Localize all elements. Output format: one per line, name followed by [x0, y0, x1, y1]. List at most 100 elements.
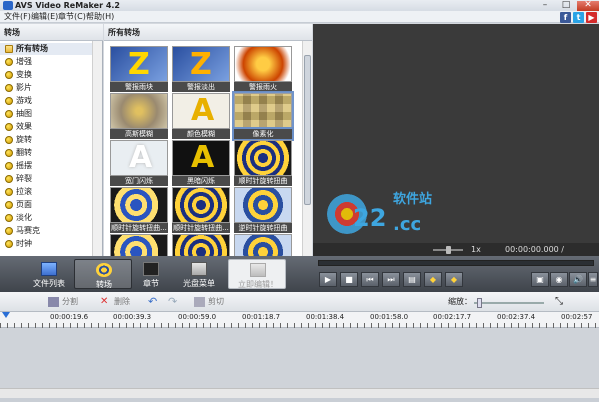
transition-thumbnail[interactable]: 顺时针旋转扭曲...	[172, 187, 230, 233]
volume-icon[interactable]: 🔊	[569, 272, 587, 287]
category-item[interactable]: 翻转	[0, 147, 92, 159]
watermark-number: 22	[353, 204, 387, 232]
undo-button[interactable]: ↶	[148, 295, 157, 309]
transition-icon	[5, 201, 13, 209]
transition-thumbnail[interactable]: 警报雨火	[234, 46, 292, 92]
redo-button[interactable]: ↷	[168, 295, 177, 309]
previous-icon[interactable]: ⏮	[361, 272, 379, 287]
category-item[interactable]: 旋转	[0, 134, 92, 146]
play-icon[interactable]: ▶	[319, 272, 337, 287]
transition-thumbnail[interactable]: 像素化	[232, 91, 294, 141]
transition-thumbnail[interactable]: 高斯模糊	[110, 93, 168, 139]
ruler-tick: 00:01:38.4	[306, 313, 345, 321]
zoom-label: 缩放：	[448, 297, 472, 306]
playhead-marker[interactable]	[2, 312, 10, 318]
menu-chapter[interactable]: 章节(C)	[58, 11, 86, 23]
maximize-button[interactable]: □	[556, 1, 576, 11]
split-icon	[48, 297, 59, 307]
category-item[interactable]: 页面	[0, 199, 92, 211]
app-icon	[3, 1, 13, 10]
timeline-ruler[interactable]: 00:00:19.6 00:00:39.3 00:00:59.0 00:01:1…	[0, 312, 599, 328]
speed-slider-knob[interactable]	[446, 246, 451, 254]
menu-file[interactable]: 文件(F)	[4, 11, 31, 23]
transition-thumbnail[interactable]: 警报雨块	[110, 46, 168, 92]
ruler-tick: 00:01:18.7	[242, 313, 281, 321]
delete-icon: ✕	[100, 296, 109, 307]
transition-thumbnail[interactable]: 宽门闪烁	[110, 140, 168, 186]
transition-thumbnail[interactable]: 顺时针旋转扭曲...	[110, 187, 168, 233]
status-bar	[0, 398, 599, 402]
category-item[interactable]: 效果	[0, 121, 92, 133]
youtube-icon[interactable]: ▶	[586, 12, 597, 23]
thumbnail-image	[172, 46, 230, 82]
frame-icon[interactable]: ▤	[403, 272, 421, 287]
zoom-slider[interactable]	[474, 302, 544, 304]
edit-now-button[interactable]: 立即编辑！	[228, 259, 286, 289]
trim-button[interactable]: 剪切	[194, 295, 224, 309]
player-controls: ▶ ■ ⏮ ⏭ ▤ ◆ ◆ ▣ ◉ 🔊 ≡	[313, 256, 599, 292]
twitter-icon[interactable]: t	[573, 12, 584, 23]
seek-bar[interactable]	[318, 260, 594, 266]
transition-thumbnail[interactable]	[172, 234, 230, 256]
category-item[interactable]: 变换	[0, 69, 92, 81]
category-item[interactable]: 马赛克	[0, 225, 92, 237]
facebook-icon[interactable]: f	[560, 12, 571, 23]
category-item[interactable]: 淡化	[0, 212, 92, 224]
split-button[interactable]: 分割	[48, 295, 78, 309]
stop-icon[interactable]: ■	[340, 272, 358, 287]
transition-icon	[5, 97, 13, 105]
delete-button[interactable]: ✕ 删除	[100, 295, 130, 309]
transition-thumbnail[interactable]: 顺时针旋转扭曲	[234, 140, 292, 186]
menu-edit[interactable]: 编辑(E)	[31, 11, 58, 23]
fit-icon[interactable]: ⤡	[555, 295, 563, 309]
category-item[interactable]: 摇摆	[0, 160, 92, 172]
mark-out-icon[interactable]: ◆	[445, 272, 463, 287]
volume-level-icon[interactable]: ≡	[588, 272, 598, 287]
category-header: 转场	[0, 24, 103, 41]
ruler-tick: 00:02:17.7	[433, 313, 472, 321]
scrollbar-thumb[interactable]	[304, 55, 311, 205]
category-item[interactable]: 影片	[0, 82, 92, 94]
gallery-scrollbar[interactable]	[302, 41, 312, 256]
next-icon[interactable]: ⏭	[382, 272, 400, 287]
category-item[interactable]: 增强	[0, 56, 92, 68]
transition-thumbnail[interactable]: 逆时针旋转扭曲	[234, 187, 292, 233]
chapters-icon	[143, 262, 159, 276]
trim-icon	[194, 297, 205, 307]
transition-icon	[5, 175, 13, 183]
zoom-slider-knob[interactable]	[477, 298, 482, 308]
edit-now-icon	[250, 263, 266, 277]
timeline-scrollbar[interactable]	[0, 388, 599, 398]
transition-thumbnail[interactable]: 黑暗闪烁	[172, 140, 230, 186]
category-item[interactable]: 抽图	[0, 108, 92, 120]
playback-speed: 1x	[471, 245, 481, 254]
disc-menu-button[interactable]: 光盘菜单	[170, 259, 228, 289]
transition-gallery: 所有转场 警报雨块 警报淡出 警报雨火 高斯模糊 颜色模糊 像素化 宽门闪烁 黑…	[104, 24, 312, 256]
mark-in-icon[interactable]: ◆	[424, 272, 442, 287]
category-item[interactable]: 拉滚	[0, 186, 92, 198]
category-panel: 转场 所有转场 增强 变换 影片 游戏 抽图 效果 旋转 翻转 摇摆 碎裂 拉滚…	[0, 24, 103, 256]
transition-thumbnail[interactable]: 颜色模糊	[172, 93, 230, 139]
minimize-button[interactable]: –	[535, 1, 555, 11]
transition-icon	[5, 84, 13, 92]
transition-icon	[5, 110, 13, 118]
category-item[interactable]: 时钟	[0, 238, 92, 250]
transition-thumbnail[interactable]	[110, 234, 168, 256]
snapshot-icon[interactable]: ◉	[550, 272, 568, 287]
transition-thumbnail[interactable]: 警报淡出	[172, 46, 230, 92]
transition-thumbnail[interactable]	[234, 234, 292, 256]
menu-help[interactable]: 帮助(H)	[86, 11, 114, 23]
thumbnail-image	[110, 46, 168, 82]
video-preview: 软件站 22 .cc	[313, 24, 599, 243]
close-button[interactable]: ✕	[577, 1, 599, 11]
display-mode-icon[interactable]: ▣	[531, 272, 549, 287]
category-scrollbar[interactable]	[92, 41, 102, 256]
transition-icon	[5, 149, 13, 157]
category-item[interactable]: 游戏	[0, 95, 92, 107]
transition-icon	[5, 214, 13, 222]
file-list-button[interactable]: 文件列表	[20, 259, 78, 289]
timeline-area[interactable]	[0, 328, 599, 388]
category-item[interactable]: 所有转场	[0, 43, 92, 55]
thumbnail-image	[172, 93, 230, 129]
category-item[interactable]: 碎裂	[0, 173, 92, 185]
